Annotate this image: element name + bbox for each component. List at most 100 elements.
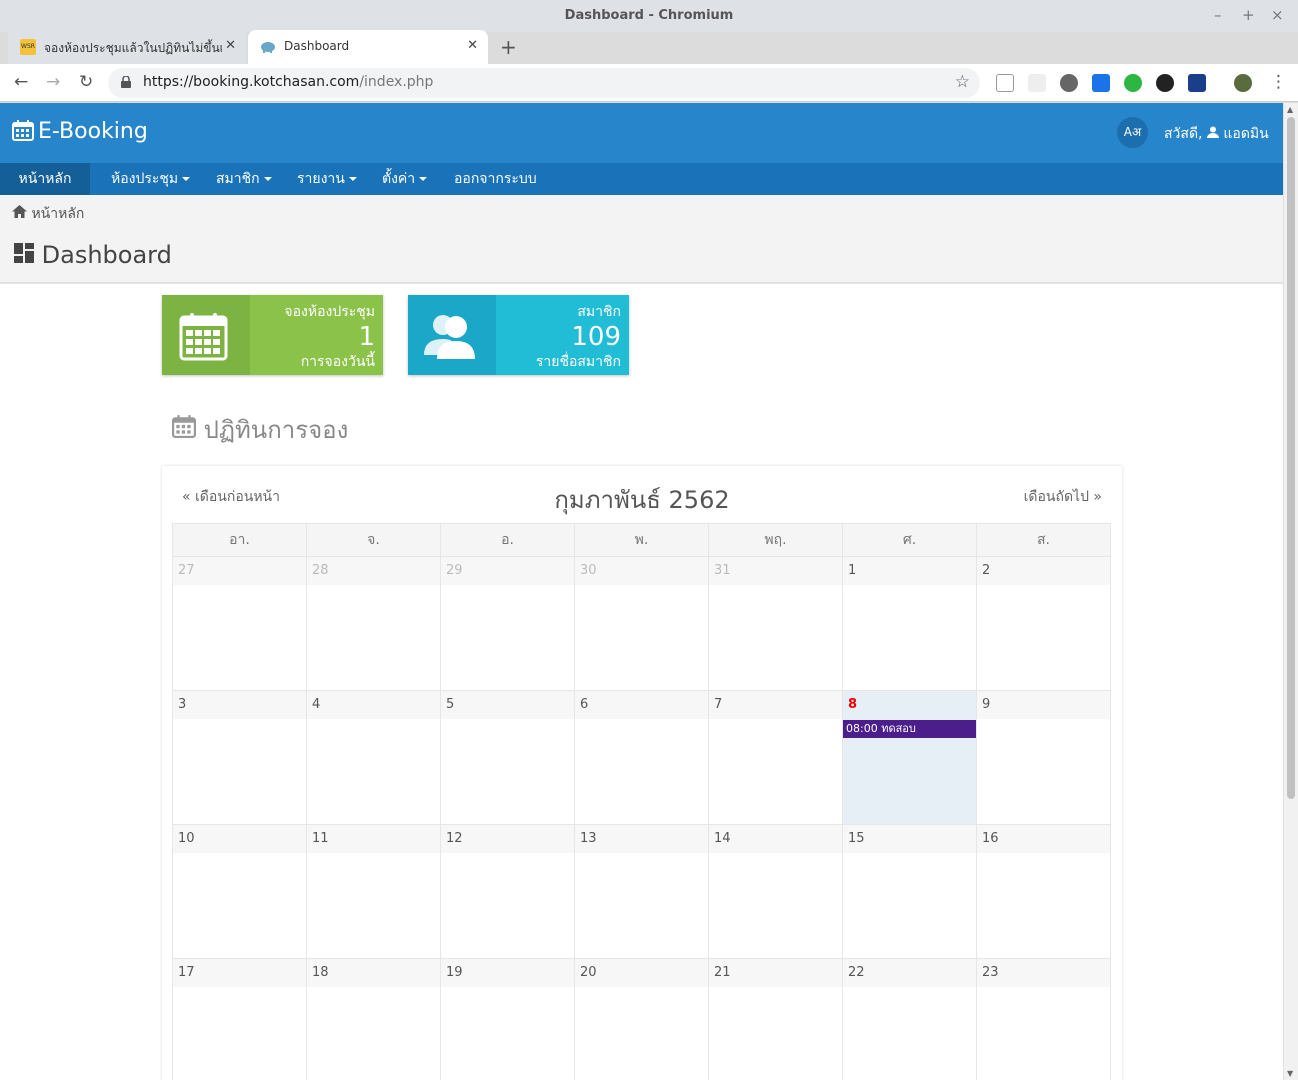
menu-rooms[interactable]: ห้องประชุม bbox=[111, 163, 191, 195]
tab-dashboard[interactable]: Dashboard ✕ bbox=[248, 30, 488, 64]
day-number: 11 bbox=[307, 825, 440, 853]
close-tab-icon[interactable]: ✕ bbox=[225, 38, 236, 53]
address-bar[interactable]: https://booking.kotchasan.com/index.php … bbox=[108, 68, 980, 98]
app-header: E-Booking Aअ สวัสดี, แอดมิน bbox=[0, 103, 1283, 163]
scroll-up-icon[interactable]: ▲ bbox=[1287, 105, 1293, 114]
close-window-button[interactable]: × bbox=[1271, 6, 1284, 24]
gauge-extension-icon[interactable] bbox=[1156, 74, 1174, 92]
calendar-day-cell[interactable]: 10 bbox=[172, 824, 307, 959]
calendar-day-cell[interactable]: 5 bbox=[440, 690, 575, 825]
day-number: 13 bbox=[575, 825, 708, 853]
day-number: 12 bbox=[441, 825, 574, 853]
calendar-day-cell[interactable]: 20 bbox=[574, 958, 709, 1080]
day-number: 18 bbox=[307, 959, 440, 987]
calendar-day-cell[interactable]: 28 bbox=[306, 556, 441, 691]
month-title: กุมภาพันธ์ 2562 bbox=[554, 486, 730, 514]
eyedropper-extension-icon[interactable] bbox=[996, 74, 1014, 92]
page-title: Dashboard bbox=[14, 241, 172, 269]
menu-members[interactable]: สมาชิก bbox=[216, 163, 272, 195]
lock-icon bbox=[121, 76, 131, 88]
menu-home[interactable]: หน้าหลัก bbox=[0, 163, 90, 195]
calendar-panel: « เดือนก่อนหน้า กุมภาพันธ์ 2562 เดือนถัด… bbox=[162, 466, 1122, 1080]
calendar-icon bbox=[12, 119, 34, 147]
day-number: 6 bbox=[575, 691, 708, 719]
menu-kebab-icon[interactable]: ⋮ bbox=[1270, 72, 1287, 92]
calendar-day-cell[interactable]: 16 bbox=[976, 824, 1111, 959]
card-value: 1 bbox=[358, 322, 375, 352]
breadcrumb[interactable]: หน้าหลัก bbox=[12, 203, 84, 225]
scroll-down-icon[interactable]: ▼ bbox=[1287, 1069, 1293, 1078]
calendar-day-cell[interactable]: 13 bbox=[574, 824, 709, 959]
calendar-day-cell[interactable]: 14 bbox=[708, 824, 843, 959]
card-value: 109 bbox=[571, 322, 621, 352]
menu-settings[interactable]: ตั้งค่า bbox=[382, 163, 428, 195]
caret-down-icon bbox=[263, 177, 272, 181]
tab-booking-forum[interactable]: WSR จองห้องประชุมแล้วในปฏิทินไม่ขึ้นเ ✕ bbox=[8, 30, 246, 64]
dashboard-icon bbox=[14, 241, 42, 269]
calendar-day-cell[interactable]: 9 bbox=[976, 690, 1111, 825]
booking-event[interactable]: 08:00 ทดสอบ bbox=[843, 720, 976, 738]
wsr-favicon-icon: WSR bbox=[20, 39, 36, 55]
calendar-day-cell[interactable]: 21 bbox=[708, 958, 843, 1080]
day-number: 31 bbox=[709, 557, 842, 585]
js-extension-icon[interactable] bbox=[1028, 74, 1046, 92]
booking-today-card[interactable]: จองห้องประชุม 1 การจองวันนี้ bbox=[162, 295, 383, 375]
calendar-day-cell[interactable]: 3 bbox=[172, 690, 307, 825]
members-card[interactable]: สมาชิก 109 รายชื่อสมาชิก bbox=[408, 295, 629, 375]
tab-label: จองห้องประชุมแล้วในปฏิทินไม่ขึ้นเ bbox=[44, 41, 222, 55]
day-header: อา. bbox=[172, 523, 307, 557]
reload-icon[interactable]: ↻ bbox=[79, 72, 93, 92]
maximize-button[interactable]: + bbox=[1242, 6, 1255, 24]
calendar-day-cell[interactable]: 11 bbox=[306, 824, 441, 959]
forward-arrow-icon[interactable]: → bbox=[46, 72, 60, 92]
calendar-day-cell[interactable]: 22 bbox=[842, 958, 977, 1080]
calendar-day-cell[interactable]: 29 bbox=[440, 556, 575, 691]
calendar-day-cell[interactable]: 4 bbox=[306, 690, 441, 825]
day-header: อ. bbox=[440, 523, 575, 557]
day-number: 10 bbox=[173, 825, 306, 853]
calendar-day-cell[interactable]: 19 bbox=[440, 958, 575, 1080]
calendar-day-cell[interactable]: 18 bbox=[306, 958, 441, 1080]
calendar-day-cell[interactable]: 8 08:00 ทดสอบ bbox=[842, 690, 977, 825]
tab-label: Dashboard bbox=[284, 39, 350, 53]
calendar-day-cell[interactable]: 6 bbox=[574, 690, 709, 825]
menu-reports[interactable]: รายงาน bbox=[297, 163, 357, 195]
caret-down-icon bbox=[182, 177, 191, 181]
day-number: 27 bbox=[173, 557, 306, 585]
calendar-day-cell[interactable]: 31 bbox=[708, 556, 843, 691]
page-scrollbar[interactable]: ▲ ▼ bbox=[1283, 103, 1298, 1080]
calendar-day-cell[interactable]: 1 bbox=[842, 556, 977, 691]
gear-extension-icon[interactable] bbox=[1060, 74, 1078, 92]
close-tab-icon[interactable]: ✕ bbox=[467, 38, 478, 53]
next-month-link[interactable]: เดือนถัดไป » bbox=[1024, 486, 1102, 508]
calendar-day-cell[interactable]: 27 bbox=[172, 556, 307, 691]
profile-avatar[interactable] bbox=[1234, 74, 1252, 92]
brand-link[interactable]: E-Booking bbox=[12, 119, 148, 147]
day-number: 20 bbox=[575, 959, 708, 987]
scrollbar-thumb[interactable] bbox=[1287, 117, 1295, 799]
users-icon bbox=[408, 295, 496, 375]
calendar-day-cell[interactable]: 23 bbox=[976, 958, 1111, 1080]
minimize-button[interactable]: – bbox=[1214, 6, 1222, 24]
language-switch-button[interactable]: Aअ bbox=[1117, 117, 1148, 148]
calendar-day-cell[interactable]: 30 bbox=[574, 556, 709, 691]
bookmark-star-icon[interactable]: ☆ bbox=[955, 72, 970, 92]
back-arrow-icon[interactable]: ← bbox=[14, 72, 28, 92]
day-header: ศ. bbox=[842, 523, 977, 557]
news-extension-icon[interactable] bbox=[1188, 74, 1206, 92]
home-icon bbox=[12, 205, 31, 222]
line-extension-icon[interactable] bbox=[1124, 74, 1142, 92]
calendar-day-cell[interactable]: 2 bbox=[976, 556, 1111, 691]
chart-extension-icon[interactable] bbox=[1092, 74, 1110, 92]
day-number: 15 bbox=[843, 825, 976, 853]
user-greeting[interactable]: สวัสดี, แอดมิน bbox=[1164, 123, 1269, 145]
calendar-day-cell[interactable]: 7 bbox=[708, 690, 843, 825]
calendar-day-cell[interactable]: 17 bbox=[172, 958, 307, 1080]
day-number: 23 bbox=[977, 959, 1110, 987]
calendar-day-cell[interactable]: 15 bbox=[842, 824, 977, 959]
new-tab-icon[interactable]: + bbox=[500, 35, 517, 59]
menu-logout[interactable]: ออกจากระบบ bbox=[454, 163, 537, 195]
day-number: 21 bbox=[709, 959, 842, 987]
calendar-day-cell[interactable]: 12 bbox=[440, 824, 575, 959]
day-number: 28 bbox=[307, 557, 440, 585]
